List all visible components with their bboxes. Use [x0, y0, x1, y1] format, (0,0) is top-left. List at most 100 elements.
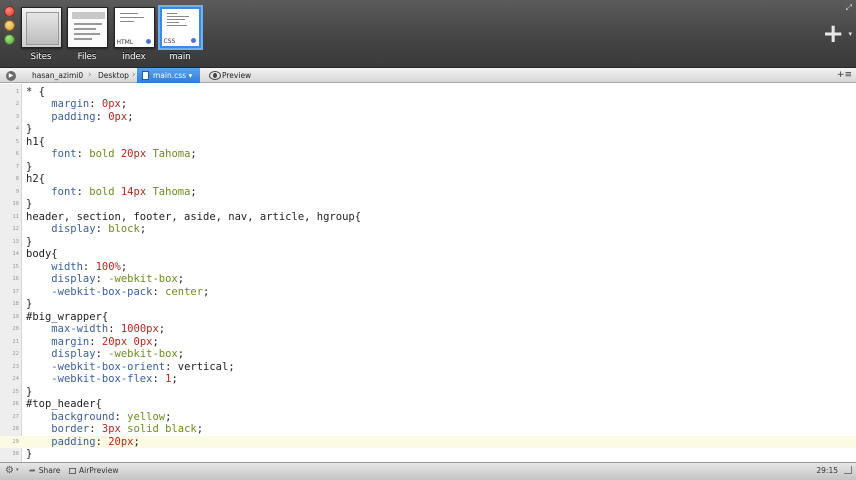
- code-line[interactable]: 24 -webkit-box-flex: 1;: [0, 373, 856, 386]
- code-text: #big_wrapper{: [26, 311, 108, 324]
- code-token-plain: ;: [190, 148, 197, 160]
- code-line[interactable]: 25}: [0, 386, 856, 399]
- close-window-button[interactable]: [4, 6, 15, 17]
- airpreview-label: AirPreview: [79, 466, 119, 475]
- add-plus-icon[interactable]: +: [822, 21, 844, 47]
- main-css-tab[interactable]: CSS main: [158, 7, 202, 62]
- code-line[interactable]: 4}: [0, 123, 856, 136]
- code-line[interactable]: 30}: [0, 448, 856, 461]
- sites-label: Sites: [30, 52, 52, 62]
- code-line[interactable]: 17 -webkit-box-pack: center;: [0, 286, 856, 299]
- preview-button[interactable]: Preview: [218, 68, 251, 83]
- line-number: 22: [12, 351, 19, 357]
- path-bar: ▶ hasan_azimi0 › Desktop › main.css ▾ Pr…: [0, 68, 856, 83]
- code-line[interactable]: 10}: [0, 198, 856, 211]
- code-line[interactable]: 3 padding: 0px;: [0, 111, 856, 124]
- code-token-num: 14px: [120, 185, 147, 198]
- code-line[interactable]: 21 margin: 20px 0px;: [0, 336, 856, 349]
- code-line[interactable]: 2 margin: 0px;: [0, 98, 856, 111]
- code-token-num: 0px: [108, 110, 128, 123]
- code-line[interactable]: 26 #top_header{: [0, 398, 856, 411]
- code-token-plain: :: [152, 285, 166, 298]
- code-text: }: [26, 236, 32, 249]
- breadcrumb-site[interactable]: hasan_azimi0: [28, 68, 83, 83]
- code-token-plain: header, section, footer, aside, nav, art…: [26, 210, 362, 223]
- code-line[interactable]: 22 display: -webkit-box;: [0, 348, 856, 361]
- code-line[interactable]: 28 border: 3px solid black;: [0, 423, 856, 436]
- code-text: body{: [26, 248, 58, 261]
- code-text: display: block;: [26, 223, 146, 236]
- code-line[interactable]: 15 width: 100%;: [0, 261, 856, 274]
- navigate-back-icon[interactable]: ▶: [6, 71, 16, 81]
- add-caret-icon[interactable]: ▾: [848, 30, 852, 38]
- code-line[interactable]: 7}: [0, 161, 856, 174]
- line-number: 28: [12, 426, 19, 432]
- breadcrumb-desktop[interactable]: Desktop: [94, 68, 129, 83]
- line-number: 25: [12, 388, 19, 395]
- code-token-val: center: [165, 285, 204, 298]
- code-line[interactable]: 9 font: bold 14px Tahoma;: [0, 186, 856, 199]
- line-menu-icon[interactable]: +≡: [837, 68, 852, 83]
- code-line[interactable]: 11 header, section, footer, aside, nav, a…: [0, 211, 856, 224]
- code-token-num: 0px: [101, 98, 121, 110]
- files-label: Files: [77, 52, 97, 62]
- code-line[interactable]: 12 display: block;: [0, 223, 856, 236]
- code-token-val: -webkit-box: [108, 273, 178, 285]
- code-line[interactable]: 13}: [0, 236, 856, 249]
- code-line[interactable]: 16 display: -webkit-box;: [0, 273, 856, 286]
- line-number: 9: [15, 188, 19, 195]
- code-line[interactable]: 5 h1{: [0, 136, 856, 149]
- sites-thumbnail: [20, 7, 62, 48]
- minimize-window-button[interactable]: [4, 20, 15, 31]
- gear-caret-icon[interactable]: ▾: [16, 467, 19, 473]
- line-number: 4: [15, 126, 19, 132]
- code-text: }: [26, 123, 32, 136]
- code-token-plain: #top_header{: [26, 398, 102, 410]
- breadcrumb-main-css-label: main.css ▾: [153, 71, 193, 80]
- toolbar-toggle-icon[interactable]: ⤢: [846, 3, 852, 13]
- code-token-prop: width: [51, 260, 83, 273]
- css-tag: CSS: [163, 38, 176, 45]
- code-line[interactable]: 29 padding: 20px;: [0, 435, 856, 448]
- code-token-val: bold: [89, 185, 121, 198]
- airpreview-button[interactable]: AirPreview: [69, 463, 119, 479]
- code-token-prop: background: [51, 410, 115, 423]
- code-text: header, section, footer, aside, nav, art…: [26, 211, 361, 224]
- gear-icon[interactable]: ⚙: [5, 465, 14, 477]
- site-toolbar: Sites Files HTML index CSS main ⤢ + ▾: [0, 0, 856, 68]
- index-html-tab[interactable]: HTML index: [112, 7, 156, 62]
- code-token-prop: margin: [51, 98, 90, 110]
- line-number: 26: [12, 401, 19, 407]
- code-line[interactable]: 23 -webkit-box-orient: vertical;: [0, 361, 856, 374]
- files-tab[interactable]: Files: [65, 7, 109, 62]
- code-line[interactable]: 6 font: bold 20px Tahoma;: [0, 148, 856, 161]
- code-line[interactable]: 18}: [0, 298, 856, 311]
- resize-grip-icon[interactable]: [844, 466, 852, 474]
- code-token-num: 20px: [120, 148, 147, 160]
- sites-tab[interactable]: Sites: [19, 7, 63, 62]
- zoom-window-button[interactable]: [4, 34, 15, 45]
- code-text: }: [26, 161, 32, 174]
- code-editor[interactable]: 1 * {2 margin: 0px; 3 padding: 0px; 4} 5 h1{6…: [0, 84, 856, 462]
- css-dot-icon: [190, 38, 196, 43]
- code-token-val: bold: [89, 148, 121, 160]
- code-token-plain: h2{: [26, 173, 45, 185]
- line-number: 8: [15, 176, 19, 182]
- code-line[interactable]: 1 * {: [0, 86, 856, 99]
- line-number: 24: [12, 376, 19, 382]
- breadcrumb-main-css[interactable]: main.css ▾: [137, 68, 201, 83]
- share-button[interactable]: ➦ Share: [29, 463, 60, 479]
- code-text: -webkit-box-orient: vertical;: [26, 361, 234, 374]
- code-line[interactable]: 14 body{: [0, 248, 856, 261]
- code-token-plain: ;: [152, 335, 159, 348]
- code-line[interactable]: 27 background: yellow;: [0, 411, 856, 424]
- code-token-plain: ;: [171, 373, 178, 385]
- line-number: 2: [15, 101, 19, 107]
- code-token-plain: }: [26, 448, 33, 460]
- code-line[interactable]: 20 max-width: 1000px;: [0, 323, 856, 336]
- code-line[interactable]: 8 h2{: [0, 173, 856, 186]
- code-line[interactable]: 19 #big_wrapper{: [0, 311, 856, 324]
- breadcrumb-separator-icon: ›: [88, 70, 92, 80]
